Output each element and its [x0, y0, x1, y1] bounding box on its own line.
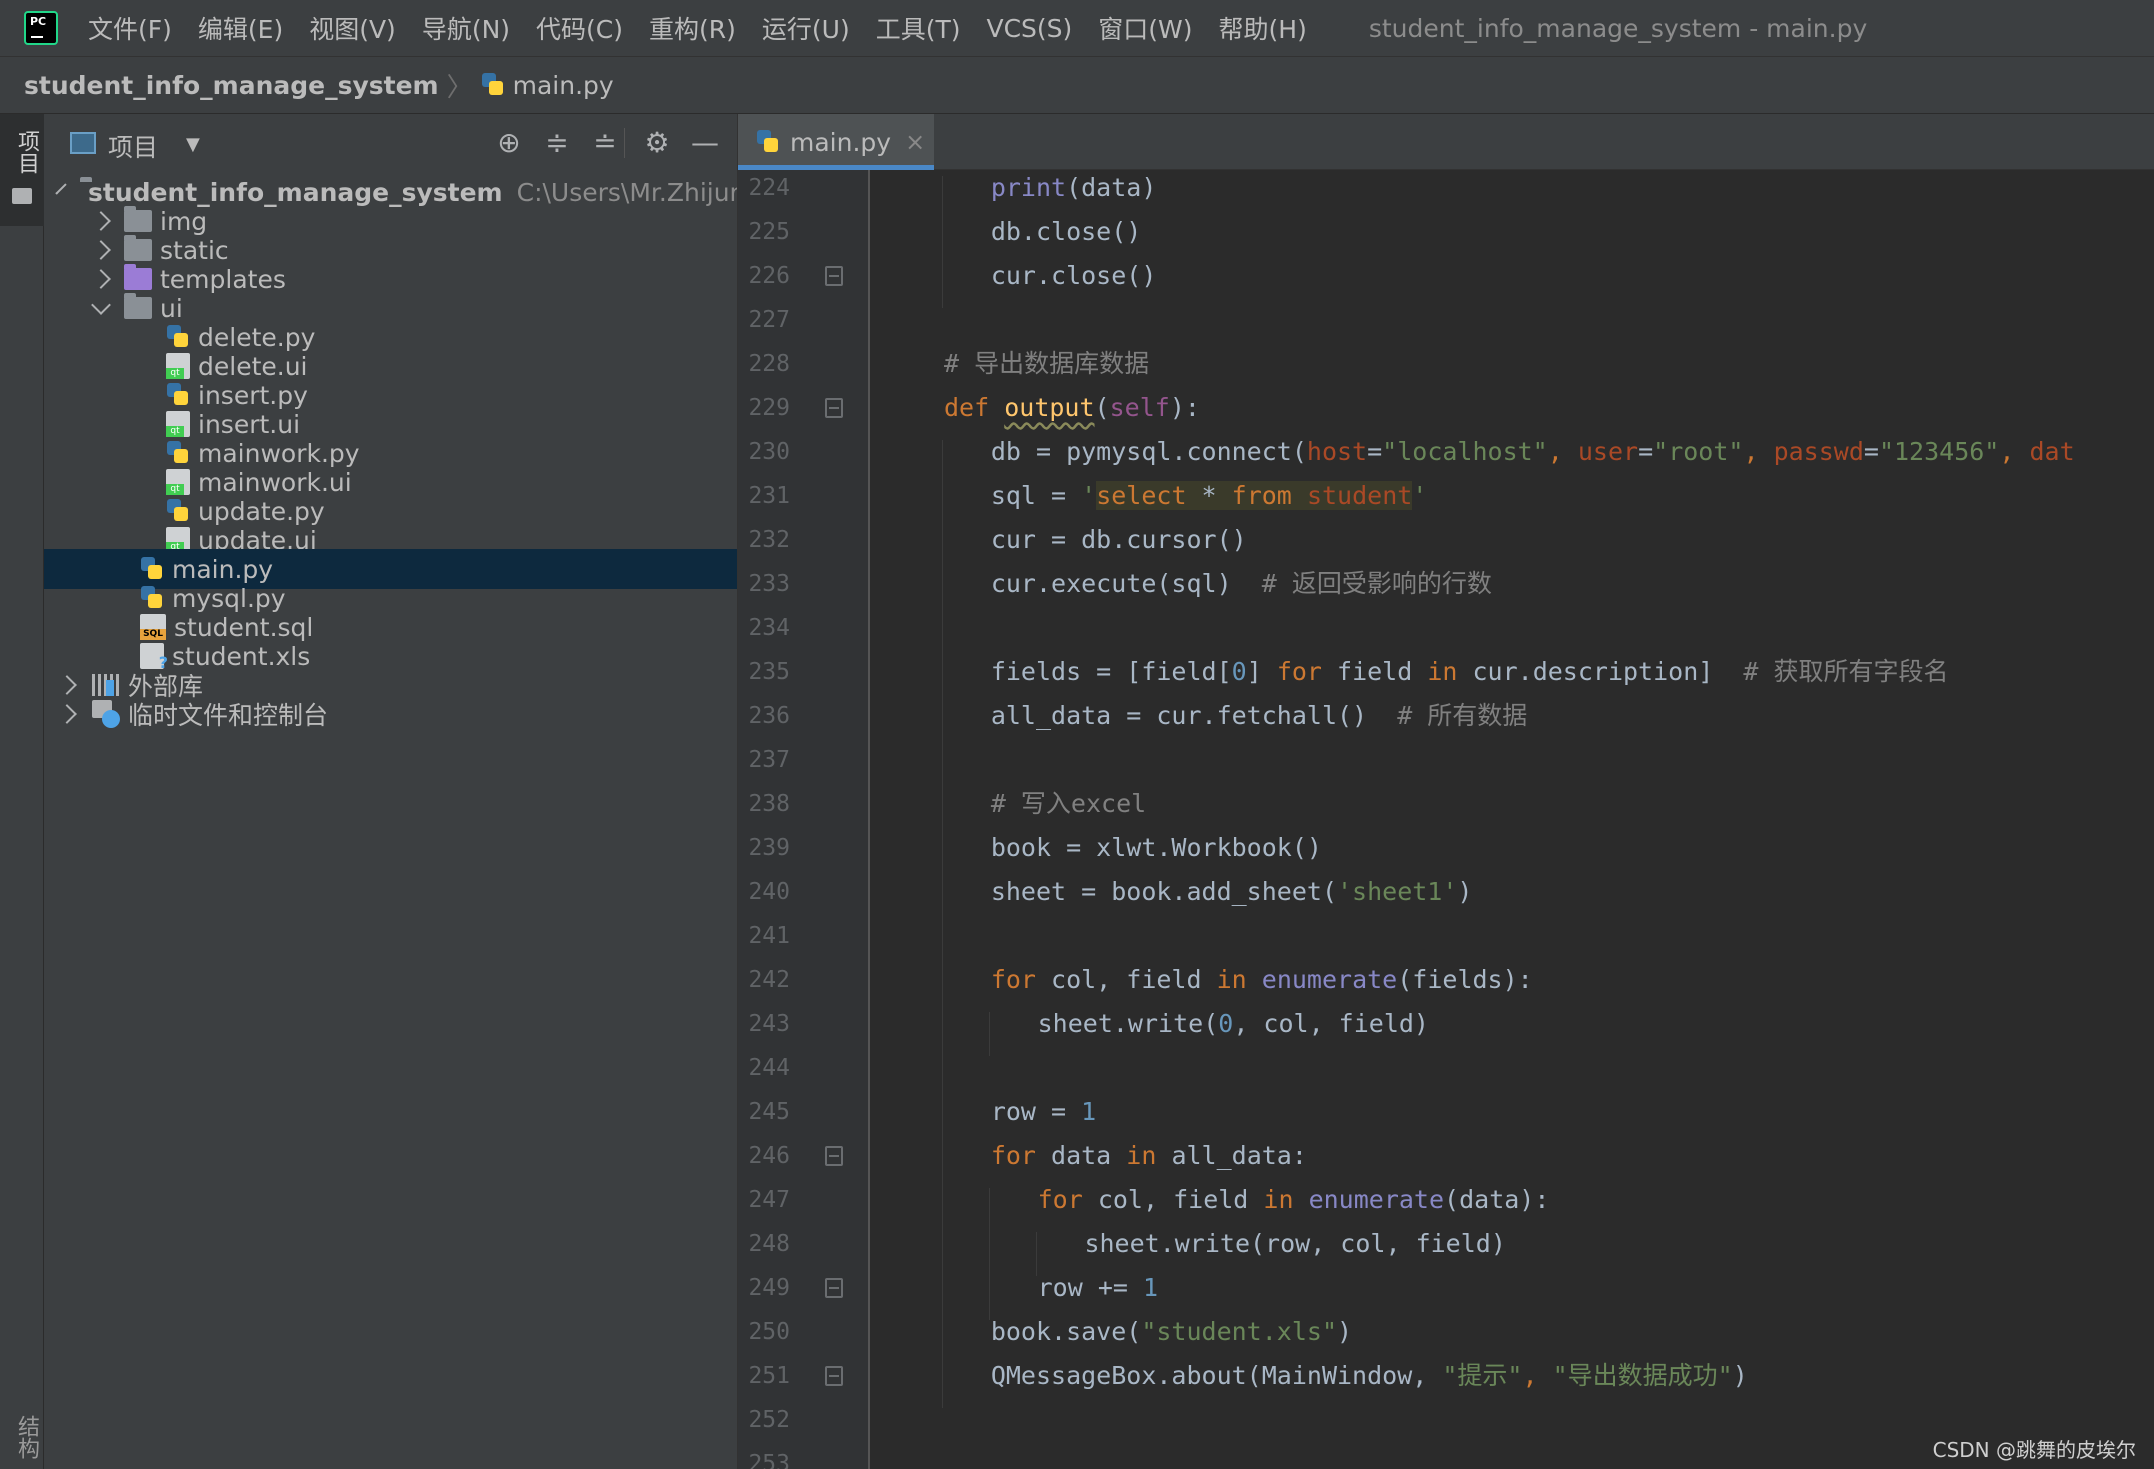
chevron-right-icon[interactable]: [91, 240, 111, 260]
line-number: 250: [748, 1319, 790, 1345]
pycharm-logo-icon: [24, 11, 58, 45]
line-number: 248: [748, 1231, 790, 1257]
line-number: 234: [748, 615, 790, 641]
line-number: 228: [748, 351, 790, 377]
project-tool-label: 项目: [14, 130, 39, 174]
breadcrumb: student_info_manage_system 〉 main.py: [0, 57, 2154, 114]
line-number: 246: [748, 1143, 790, 1169]
menu-bar: 文件(F) 编辑(E) 视图(V) 导航(N) 代码(C) 重构(R) 运行(U…: [0, 0, 2154, 57]
line-number: 232: [748, 527, 790, 553]
tree-item-scratches[interactable]: 临时文件和控制台: [44, 694, 737, 734]
line-number: 252: [748, 1407, 790, 1433]
project-tool-button[interactable]: 项目: [0, 114, 44, 226]
line-number: 251: [748, 1363, 790, 1389]
locate-file-icon[interactable]: ⊕: [492, 126, 526, 160]
line-number: 244: [748, 1055, 790, 1081]
line-number: 239: [748, 835, 790, 861]
folder-icon: [12, 188, 32, 204]
breadcrumb-project[interactable]: student_info_manage_system: [24, 71, 439, 100]
line-number: 238: [748, 791, 790, 817]
line-number: 253: [748, 1451, 790, 1469]
line-number-gutter: 224 225 226 227 228 229 230 231 232 233 …: [738, 170, 870, 1469]
folder-icon: [124, 293, 152, 319]
line-number: 231: [748, 483, 790, 509]
menu-run[interactable]: 运行(U): [762, 10, 850, 46]
line-number: 242: [748, 967, 790, 993]
menu-file[interactable]: 文件(F): [88, 10, 172, 46]
menu-vcs[interactable]: VCS(S): [986, 14, 1072, 43]
chevron-right-icon[interactable]: [57, 675, 77, 695]
line-number: 233: [748, 571, 790, 597]
line-number: 236: [748, 703, 790, 729]
editor-tab-bar: main.py ×: [738, 114, 2154, 170]
line-number: 225: [748, 219, 790, 245]
project-panel-title[interactable]: 项目: [108, 128, 158, 164]
fold-marker-icon[interactable]: [825, 1278, 843, 1298]
line-number: 224: [748, 175, 790, 201]
line-number: 249: [748, 1275, 790, 1301]
hide-panel-icon[interactable]: —: [688, 126, 722, 160]
line-number: 229: [748, 395, 790, 421]
watermark: CSDN @跳舞的皮埃尔: [1932, 1438, 2136, 1462]
menu-refactor[interactable]: 重构(R): [649, 10, 736, 46]
tree-item-label: 临时文件和控制台: [128, 701, 329, 730]
menu-navigate[interactable]: 导航(N): [422, 10, 510, 46]
project-panel-toolbar: 项目 ▼ ⊕ ≑ ≐ ⚙ —: [44, 114, 737, 172]
line-number: 237: [748, 747, 790, 773]
fold-marker-icon[interactable]: [825, 398, 843, 418]
fold-marker-icon[interactable]: [825, 1366, 843, 1386]
line-number: 243: [748, 1011, 790, 1037]
chevron-right-icon[interactable]: [91, 211, 111, 231]
breadcrumb-file[interactable]: main.py: [513, 71, 614, 100]
menu-edit[interactable]: 编辑(E): [198, 10, 283, 46]
line-number: 230: [748, 439, 790, 465]
window-title: student_info_manage_system - main.py: [1368, 13, 1868, 43]
line-number: 235: [748, 659, 790, 685]
chevron-down-icon[interactable]: [55, 183, 67, 195]
close-icon[interactable]: ×: [905, 128, 925, 156]
python-file-icon: [481, 72, 505, 98]
menu-window[interactable]: 窗口(W): [1098, 10, 1192, 46]
python-file-icon: [756, 129, 780, 155]
folder-icon: [124, 235, 152, 261]
chevron-down-icon[interactable]: ▼: [186, 134, 200, 155]
fold-marker-icon[interactable]: [825, 266, 843, 286]
line-number: 247: [748, 1187, 790, 1213]
folder-icon: [124, 206, 152, 232]
project-panel: 项目 ▼ ⊕ ≑ ≐ ⚙ — student_info_manage_syste…: [44, 114, 738, 1469]
line-number: 226: [748, 263, 790, 289]
menu-code[interactable]: 代码(C): [536, 10, 623, 46]
tab-label: main.py: [790, 127, 892, 157]
tab-main-py[interactable]: main.py ×: [738, 114, 934, 170]
tool-window-strip: 项目 结构: [0, 114, 44, 1469]
menu-tools[interactable]: 工具(T): [876, 10, 961, 46]
toolbar-divider: [624, 128, 625, 158]
line-number: 227: [748, 307, 790, 333]
menu-help[interactable]: 帮助(H): [1219, 10, 1307, 46]
project-view-icon: [70, 132, 96, 154]
line-number: 245: [748, 1099, 790, 1125]
structure-tool-button[interactable]: 结构: [10, 1415, 42, 1459]
chevron-right-icon[interactable]: [57, 704, 77, 724]
collapse-all-icon[interactable]: ≐: [588, 126, 622, 160]
breadcrumb-separator-icon: 〉: [446, 72, 473, 103]
chevron-down-icon[interactable]: [91, 295, 111, 315]
gutter-divider: [868, 170, 870, 1469]
folder-purple-icon: [124, 264, 152, 290]
line-number: 240: [748, 879, 790, 905]
scratch-icon: [92, 700, 120, 728]
gear-icon[interactable]: ⚙: [640, 126, 674, 160]
fold-marker-icon[interactable]: [825, 1146, 843, 1166]
chevron-right-icon[interactable]: [91, 269, 111, 289]
expand-all-icon[interactable]: ≑: [540, 126, 574, 160]
line-number: 241: [748, 923, 790, 949]
library-icon: [92, 674, 120, 696]
menu-view[interactable]: 视图(V): [309, 10, 396, 46]
code-editor: main.py × 224 225 226 227 228 229 230 23…: [738, 114, 2154, 1469]
